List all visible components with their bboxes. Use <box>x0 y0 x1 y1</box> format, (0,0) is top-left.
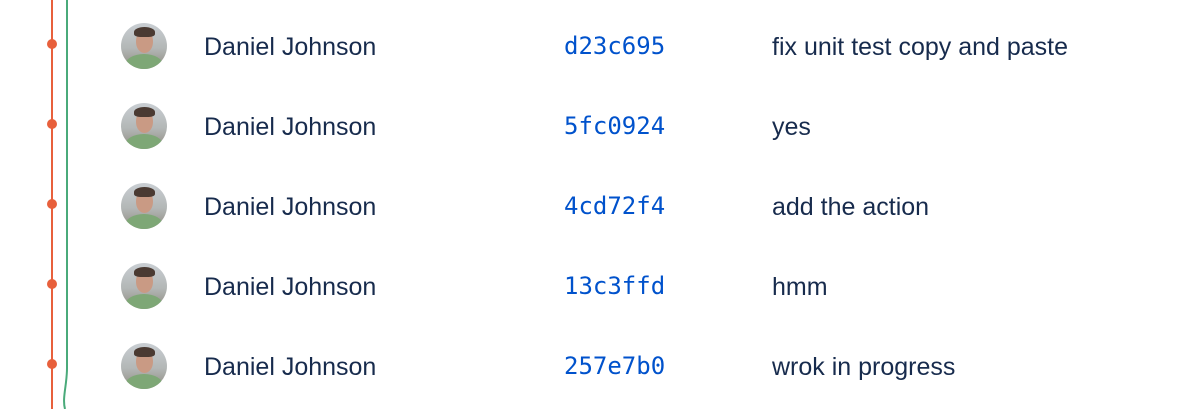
commit-hash-link[interactable]: 257e7b0 <box>564 352 665 380</box>
user-avatar-icon[interactable] <box>121 263 167 309</box>
commit-author: Daniel Johnson <box>204 33 377 61</box>
commit-hash-link[interactable]: 4cd72f4 <box>564 192 665 220</box>
commit-message: hmm <box>772 273 828 301</box>
commit-row[interactable]: Daniel Johnson d23c695 fix unit test cop… <box>0 6 1195 86</box>
commit-message: wrok in progress <box>772 353 956 381</box>
commit-message: add the action <box>772 193 930 221</box>
commit-row[interactable]: Daniel Johnson 5fc0924 yes <box>0 86 1195 166</box>
commit-author: Daniel Johnson <box>204 113 377 141</box>
user-avatar-icon[interactable] <box>121 343 167 389</box>
commit-hash-link[interactable]: 13c3ffd <box>564 272 665 300</box>
commit-row[interactable]: Daniel Johnson 4cd72f4 add the action <box>0 166 1195 246</box>
commit-hash-link[interactable]: 5fc0924 <box>564 112 665 140</box>
commit-row[interactable]: Daniel Johnson 257e7b0 wrok in progress <box>0 326 1195 406</box>
commit-row[interactable]: Daniel Johnson 13c3ffd hmm <box>0 246 1195 326</box>
commit-author: Daniel Johnson <box>204 353 377 381</box>
commit-message: fix unit test copy and paste <box>772 33 1069 61</box>
user-avatar-icon[interactable] <box>121 23 167 69</box>
user-avatar-icon[interactable] <box>121 103 167 149</box>
commit-author: Daniel Johnson <box>204 273 377 301</box>
commit-message: yes <box>772 113 811 141</box>
commit-list: Daniel Johnson d23c695 fix unit test cop… <box>0 6 1195 406</box>
commit-hash-link[interactable]: d23c695 <box>564 32 665 60</box>
commit-author: Daniel Johnson <box>204 193 377 221</box>
user-avatar-icon[interactable] <box>121 183 167 229</box>
